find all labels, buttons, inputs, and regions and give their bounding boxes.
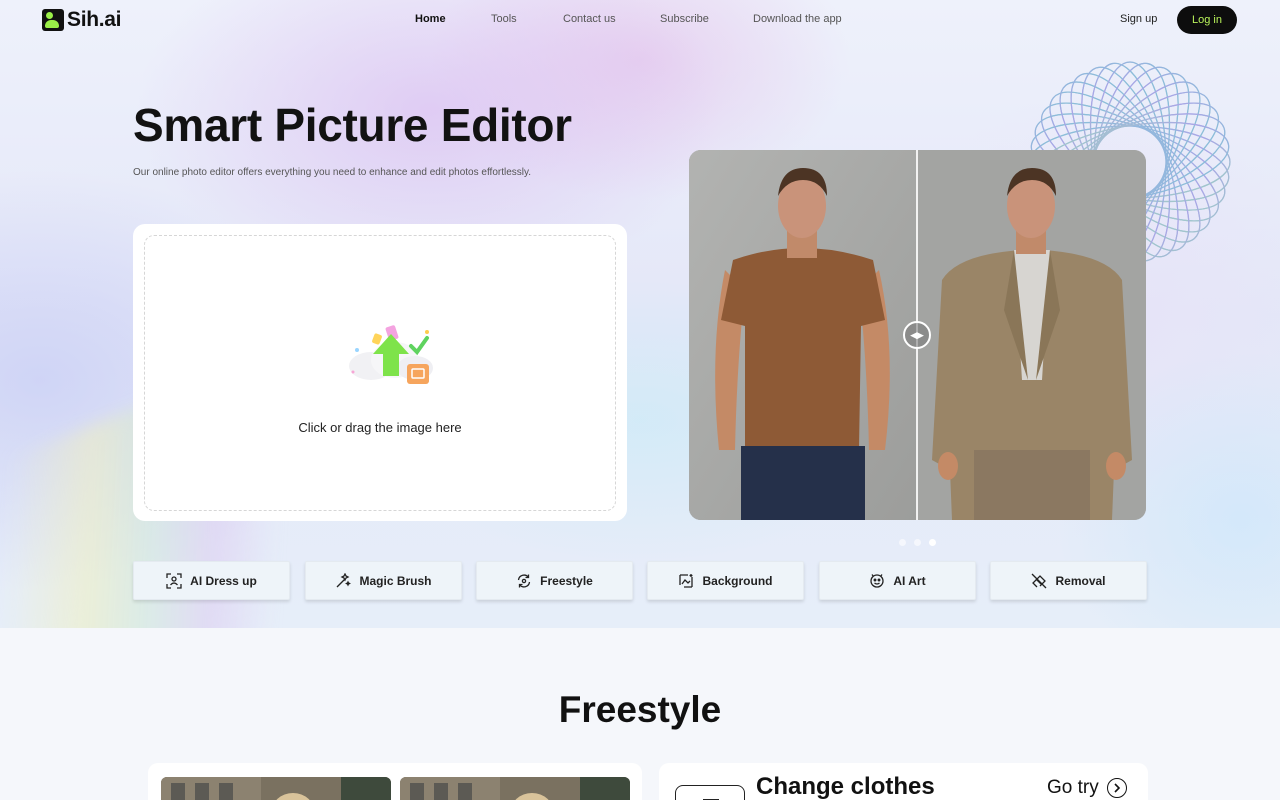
upload-card: Click or drag the image here xyxy=(133,224,627,521)
tool-ai-art[interactable]: AI Art xyxy=(819,561,976,600)
example-thumbnail[interactable] xyxy=(400,777,630,800)
magic-brush-icon xyxy=(337,572,352,587)
ai-art-icon xyxy=(870,573,885,588)
go-try-label: Go try xyxy=(1047,777,1099,798)
tool-label: Magic Brush xyxy=(359,573,432,588)
shirt-icon xyxy=(675,785,745,800)
freestyle-example-card xyxy=(148,763,642,800)
carousel-dot[interactable] xyxy=(899,539,906,546)
nav-subscribe[interactable]: Subscribe xyxy=(660,13,709,25)
tool-background[interactable]: Background xyxy=(647,561,804,600)
nav-download-app[interactable]: Download the app xyxy=(753,13,842,25)
tool-removal[interactable]: Removal xyxy=(990,561,1147,600)
signup-link[interactable]: Sign up xyxy=(1120,13,1157,25)
before-image xyxy=(689,150,917,520)
section-title: Freestyle xyxy=(558,689,722,730)
feature-title: Change clothes xyxy=(756,773,935,800)
tool-ai-dress-up[interactable]: AI Dress up xyxy=(133,561,290,600)
brand-logo[interactable]: Sih.ai xyxy=(42,8,122,32)
arrow-right-icon xyxy=(1106,778,1127,798)
upload-prompt: Click or drag the image here xyxy=(298,420,462,435)
tool-label: Background xyxy=(702,573,773,588)
tool-freestyle[interactable]: Freestyle xyxy=(476,561,633,600)
nav-home[interactable]: Home xyxy=(415,13,446,25)
freestyle-icon xyxy=(517,573,531,588)
removal-icon xyxy=(1032,573,1047,588)
nav-contact-us[interactable]: Contact us xyxy=(563,13,616,25)
carousel-dot-active[interactable] xyxy=(929,539,936,546)
feature-card: Change clothes Go try xyxy=(659,763,1148,800)
drag-arrows-icon[interactable]: ◀▶ xyxy=(903,321,931,349)
image-dropzone[interactable]: Click or drag the image here xyxy=(144,235,616,511)
tool-label: Freestyle xyxy=(540,573,593,588)
login-button[interactable]: Log in xyxy=(1177,6,1237,34)
carousel-dot[interactable] xyxy=(914,539,921,546)
after-image xyxy=(918,150,1146,520)
tool-label: AI Art xyxy=(893,573,926,588)
page-title: Smart Picture Editor xyxy=(133,99,572,151)
nav-tools[interactable]: Tools xyxy=(491,13,517,25)
tool-label: AI Dress up xyxy=(190,573,257,588)
tool-label: Removal xyxy=(1055,573,1106,588)
brand-name: Sih.ai xyxy=(67,8,122,31)
logo-icon xyxy=(42,9,64,31)
page-subtitle: Our online photo editor offers everythin… xyxy=(133,167,532,178)
dress-up-icon xyxy=(166,572,182,589)
upload-cloud-icon xyxy=(349,325,433,384)
tool-magic-brush[interactable]: Magic Brush xyxy=(305,561,462,600)
go-try-button[interactable]: Go try xyxy=(1047,777,1127,799)
before-after-comparison[interactable]: ◀▶ xyxy=(689,150,1146,520)
background-icon xyxy=(679,573,694,588)
example-thumbnail[interactable] xyxy=(161,777,391,800)
